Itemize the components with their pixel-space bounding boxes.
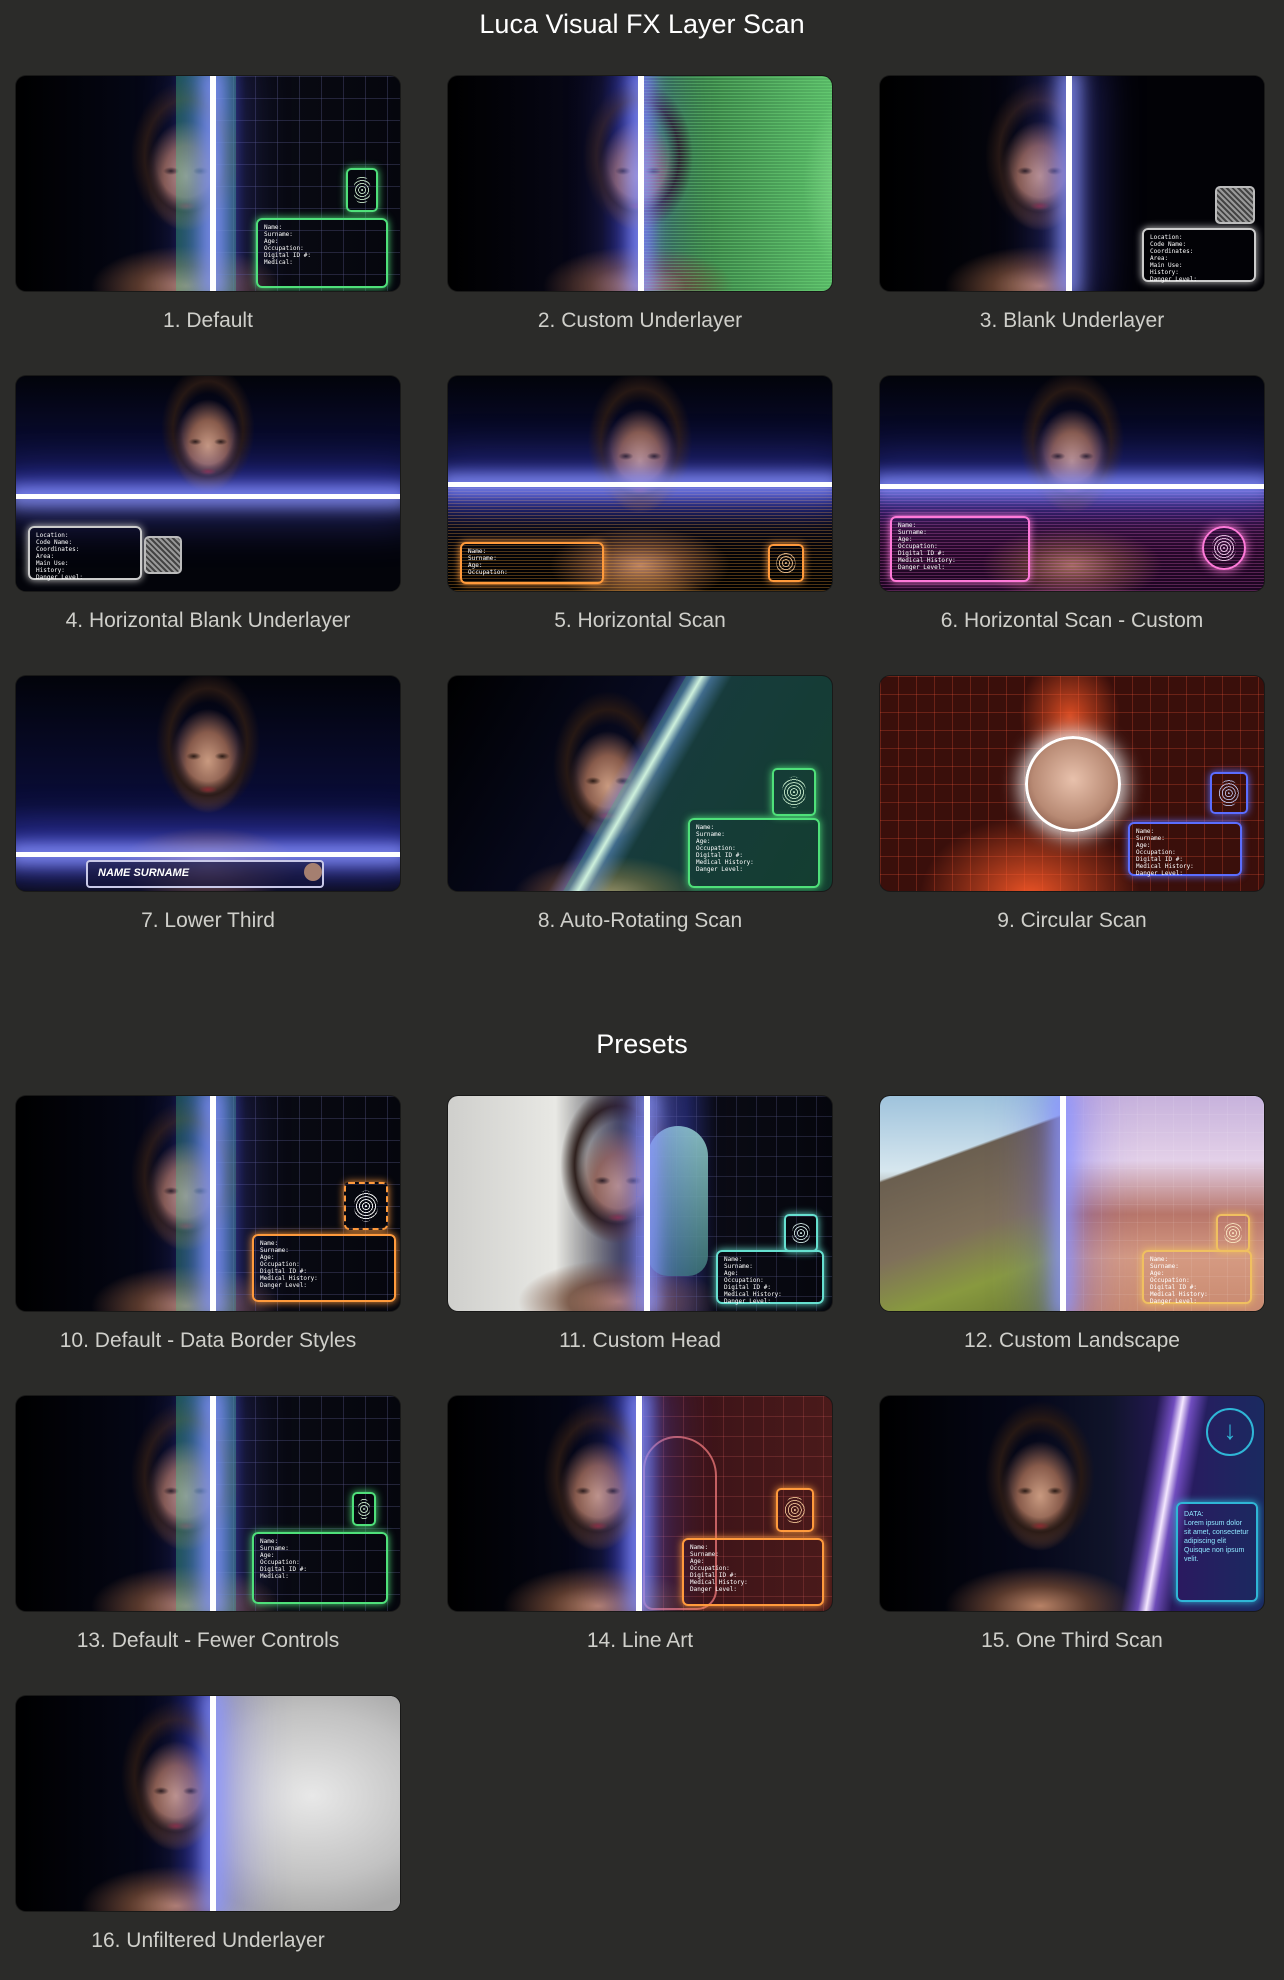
preset-thumbnail[interactable]: NAME SURNAME <box>16 676 400 891</box>
preset-thumbnail[interactable] <box>16 1696 400 1911</box>
preset-tile[interactable]: 16. Unfiltered Underlayer <box>16 1696 400 1955</box>
preset-thumbnail[interactable]: Name: Surname: Age: Occupation: <box>448 376 832 591</box>
fingerprint-icon <box>346 168 378 212</box>
fingerprint-icon <box>768 544 804 582</box>
download-icon[interactable]: ↓ <box>1206 1408 1254 1456</box>
preset-label: 14. Line Art <box>586 1629 694 1652</box>
fingerprint-icon <box>1215 186 1255 224</box>
fingerprint-icon <box>776 1488 814 1532</box>
preset-label: 2. Custom Underlayer <box>537 309 743 332</box>
data-panel: Location: Code Name: Coordinates: Area: … <box>28 526 142 581</box>
preset-label: 6. Horizontal Scan - Custom <box>940 609 1204 632</box>
data-panel: Name: Surname: Age: Occupation: Digital … <box>252 1234 396 1302</box>
preset-label: 13. Default - Fewer Controls <box>76 1629 340 1652</box>
data-panel-text: Name: Surname: Age: Occupation: Digital … <box>1136 828 1194 877</box>
data-panel-text: Name: Surname: Age: Occupation: Digital … <box>696 824 754 873</box>
preset-thumbnail[interactable]: Name: Surname: Age: Occupation: Digital … <box>16 76 400 291</box>
fingerprint-icon <box>344 1182 388 1230</box>
preset-label: 8. Auto-Rotating Scan <box>537 909 743 932</box>
data-panel-text: Name: Surname: Age: Occupation: Digital … <box>1150 1256 1208 1305</box>
preset-tile[interactable]: Name: Surname: Age: Occupation: Digital … <box>880 376 1264 635</box>
preset-tile[interactable]: Location: Code Name: Coordinates: Area: … <box>16 376 400 635</box>
preset-label: 3. Blank Underlayer <box>979 309 1165 332</box>
preset-tile[interactable]: 2. Custom Underlayer <box>448 76 832 335</box>
lower-third-name: NAME SURNAME <box>86 860 324 888</box>
preset-tile[interactable]: Name: Surname: Age: Occupation: Digital … <box>880 1096 1264 1355</box>
fingerprint-icon <box>1216 1214 1250 1252</box>
preset-label: 9. Circular Scan <box>997 909 1147 932</box>
data-panel-text: DATA: Lorem ipsum dolor sit amet, consec… <box>1184 1511 1249 1563</box>
fingerprint-icon <box>352 1492 376 1526</box>
preset-thumbnail[interactable]: Location: Code Name: Coordinates: Area: … <box>16 376 400 591</box>
data-panel: Name: Surname: Age: Occupation: Digital … <box>682 1538 824 1606</box>
preset-label: 5. Horizontal Scan <box>554 609 726 632</box>
data-panel-text: Location: Code Name: Coordinates: Area: … <box>1150 234 1197 283</box>
data-panel-text: Name: Surname: Age: Occupation: Digital … <box>264 224 311 266</box>
preset-label: 10. Default - Data Border Styles <box>59 1329 357 1352</box>
data-panel: Name: Surname: Age: Occupation: Digital … <box>1128 822 1242 877</box>
preset-tile[interactable]: Name: Surname: Age: Occupation: Digital … <box>16 1396 400 1655</box>
data-panel: Location: Code Name: Coordinates: Area: … <box>1142 228 1256 283</box>
robot-head <box>648 1126 708 1276</box>
preset-thumbnail[interactable]: ↓ DATA: Lorem ipsum dolor sit amet, cons… <box>880 1396 1264 1611</box>
fingerprint-icon <box>784 1214 818 1252</box>
page-title: Luca Visual FX Layer Scan <box>479 9 805 39</box>
data-panel-text: Name: Surname: Age: Occupation: Digital … <box>690 1544 748 1593</box>
data-panel-text: Location: Code Name: Coordinates: Area: … <box>36 532 83 581</box>
data-panel-text: Name: Surname: Age: Occupation: <box>468 548 508 576</box>
data-panel: Name: Surname: Age: Occupation: Digital … <box>890 516 1030 582</box>
preset-tile[interactable]: ↓ DATA: Lorem ipsum dolor sit amet, cons… <box>880 1396 1264 1655</box>
preset-thumbnail[interactable]: Name: Surname: Age: Occupation: Digital … <box>448 1096 832 1311</box>
preset-tile[interactable]: Location: Code Name: Coordinates: Area: … <box>880 76 1264 335</box>
data-panel: DATA: Lorem ipsum dolor sit amet, consec… <box>1176 1502 1258 1602</box>
data-panel: Name: Surname: Age: Occupation: Digital … <box>688 818 820 888</box>
preset-thumbnail[interactable] <box>448 76 832 291</box>
data-panel-text: Name: Surname: Age: Occupation: Digital … <box>260 1240 318 1289</box>
preset-tile[interactable]: Name: Surname: Age: Occupation: Digital … <box>448 676 832 935</box>
data-panel: Name: Surname: Age: Occupation: <box>460 542 604 584</box>
fingerprint-icon <box>772 768 816 816</box>
preset-label: 15. One Third Scan <box>981 1629 1163 1652</box>
preset-label: 7. Lower Third <box>141 909 275 932</box>
preset-label: 11. Custom Head <box>559 1329 721 1352</box>
fingerprint-icon <box>1210 772 1248 814</box>
fingerprint-icon <box>1202 526 1246 570</box>
data-panel: Name: Surname: Age: Occupation: Digital … <box>716 1250 824 1305</box>
preset-tile[interactable]: Name: Surname: Age: Occupation: 5. Horiz… <box>448 376 832 635</box>
preset-tile[interactable]: Name: Surname: Age: Occupation: Digital … <box>880 676 1264 935</box>
preset-tile[interactable]: NAME SURNAME 7. Lower Third <box>16 676 400 935</box>
data-panel: Name: Surname: Age: Occupation: Digital … <box>256 218 388 288</box>
data-panel-text: Name: Surname: Age: Occupation: Digital … <box>260 1538 307 1580</box>
preset-tile[interactable]: Name: Surname: Age: Occupation: Digital … <box>448 1096 832 1355</box>
preset-tile[interactable]: Name: Surname: Age: Occupation: Digital … <box>16 1096 400 1355</box>
preset-label: 4. Horizontal Blank Underlayer <box>65 609 351 632</box>
avatar <box>304 863 322 881</box>
preset-tile[interactable]: Name: Surname: Age: Occupation: Digital … <box>448 1396 832 1655</box>
data-panel-text: Name: Surname: Age: Occupation: Digital … <box>724 1256 782 1305</box>
preset-thumbnail[interactable]: Name: Surname: Age: Occupation: Digital … <box>448 1396 832 1611</box>
preset-thumbnail[interactable]: Name: Surname: Age: Occupation: Digital … <box>448 676 832 891</box>
data-panel-text: Name: Surname: Age: Occupation: Digital … <box>898 522 956 571</box>
preset-thumbnail[interactable]: Name: Surname: Age: Occupation: Digital … <box>880 376 1264 591</box>
preset-thumbnail[interactable]: Name: Surname: Age: Occupation: Digital … <box>16 1396 400 1611</box>
presets-heading: Presets <box>596 1029 688 1059</box>
preset-thumbnail[interactable]: Name: Surname: Age: Occupation: Digital … <box>880 676 1264 891</box>
preset-thumbnail[interactable]: Name: Surname: Age: Occupation: Digital … <box>880 1096 1264 1311</box>
preset-tile[interactable]: Name: Surname: Age: Occupation: Digital … <box>16 76 400 335</box>
preset-label: 1. Default <box>163 309 253 332</box>
fingerprint-icon <box>144 536 182 574</box>
preset-label: 16. Unfiltered Underlayer <box>91 1929 325 1952</box>
data-panel: Name: Surname: Age: Occupation: Digital … <box>252 1532 388 1604</box>
circular-scan-lens <box>1025 736 1121 832</box>
preset-label: 12. Custom Landscape <box>964 1329 1180 1352</box>
data-panel: Name: Surname: Age: Occupation: Digital … <box>1142 1250 1252 1305</box>
preset-thumbnail[interactable]: Name: Surname: Age: Occupation: Digital … <box>16 1096 400 1311</box>
preset-thumbnail[interactable]: Location: Code Name: Coordinates: Area: … <box>880 76 1264 291</box>
